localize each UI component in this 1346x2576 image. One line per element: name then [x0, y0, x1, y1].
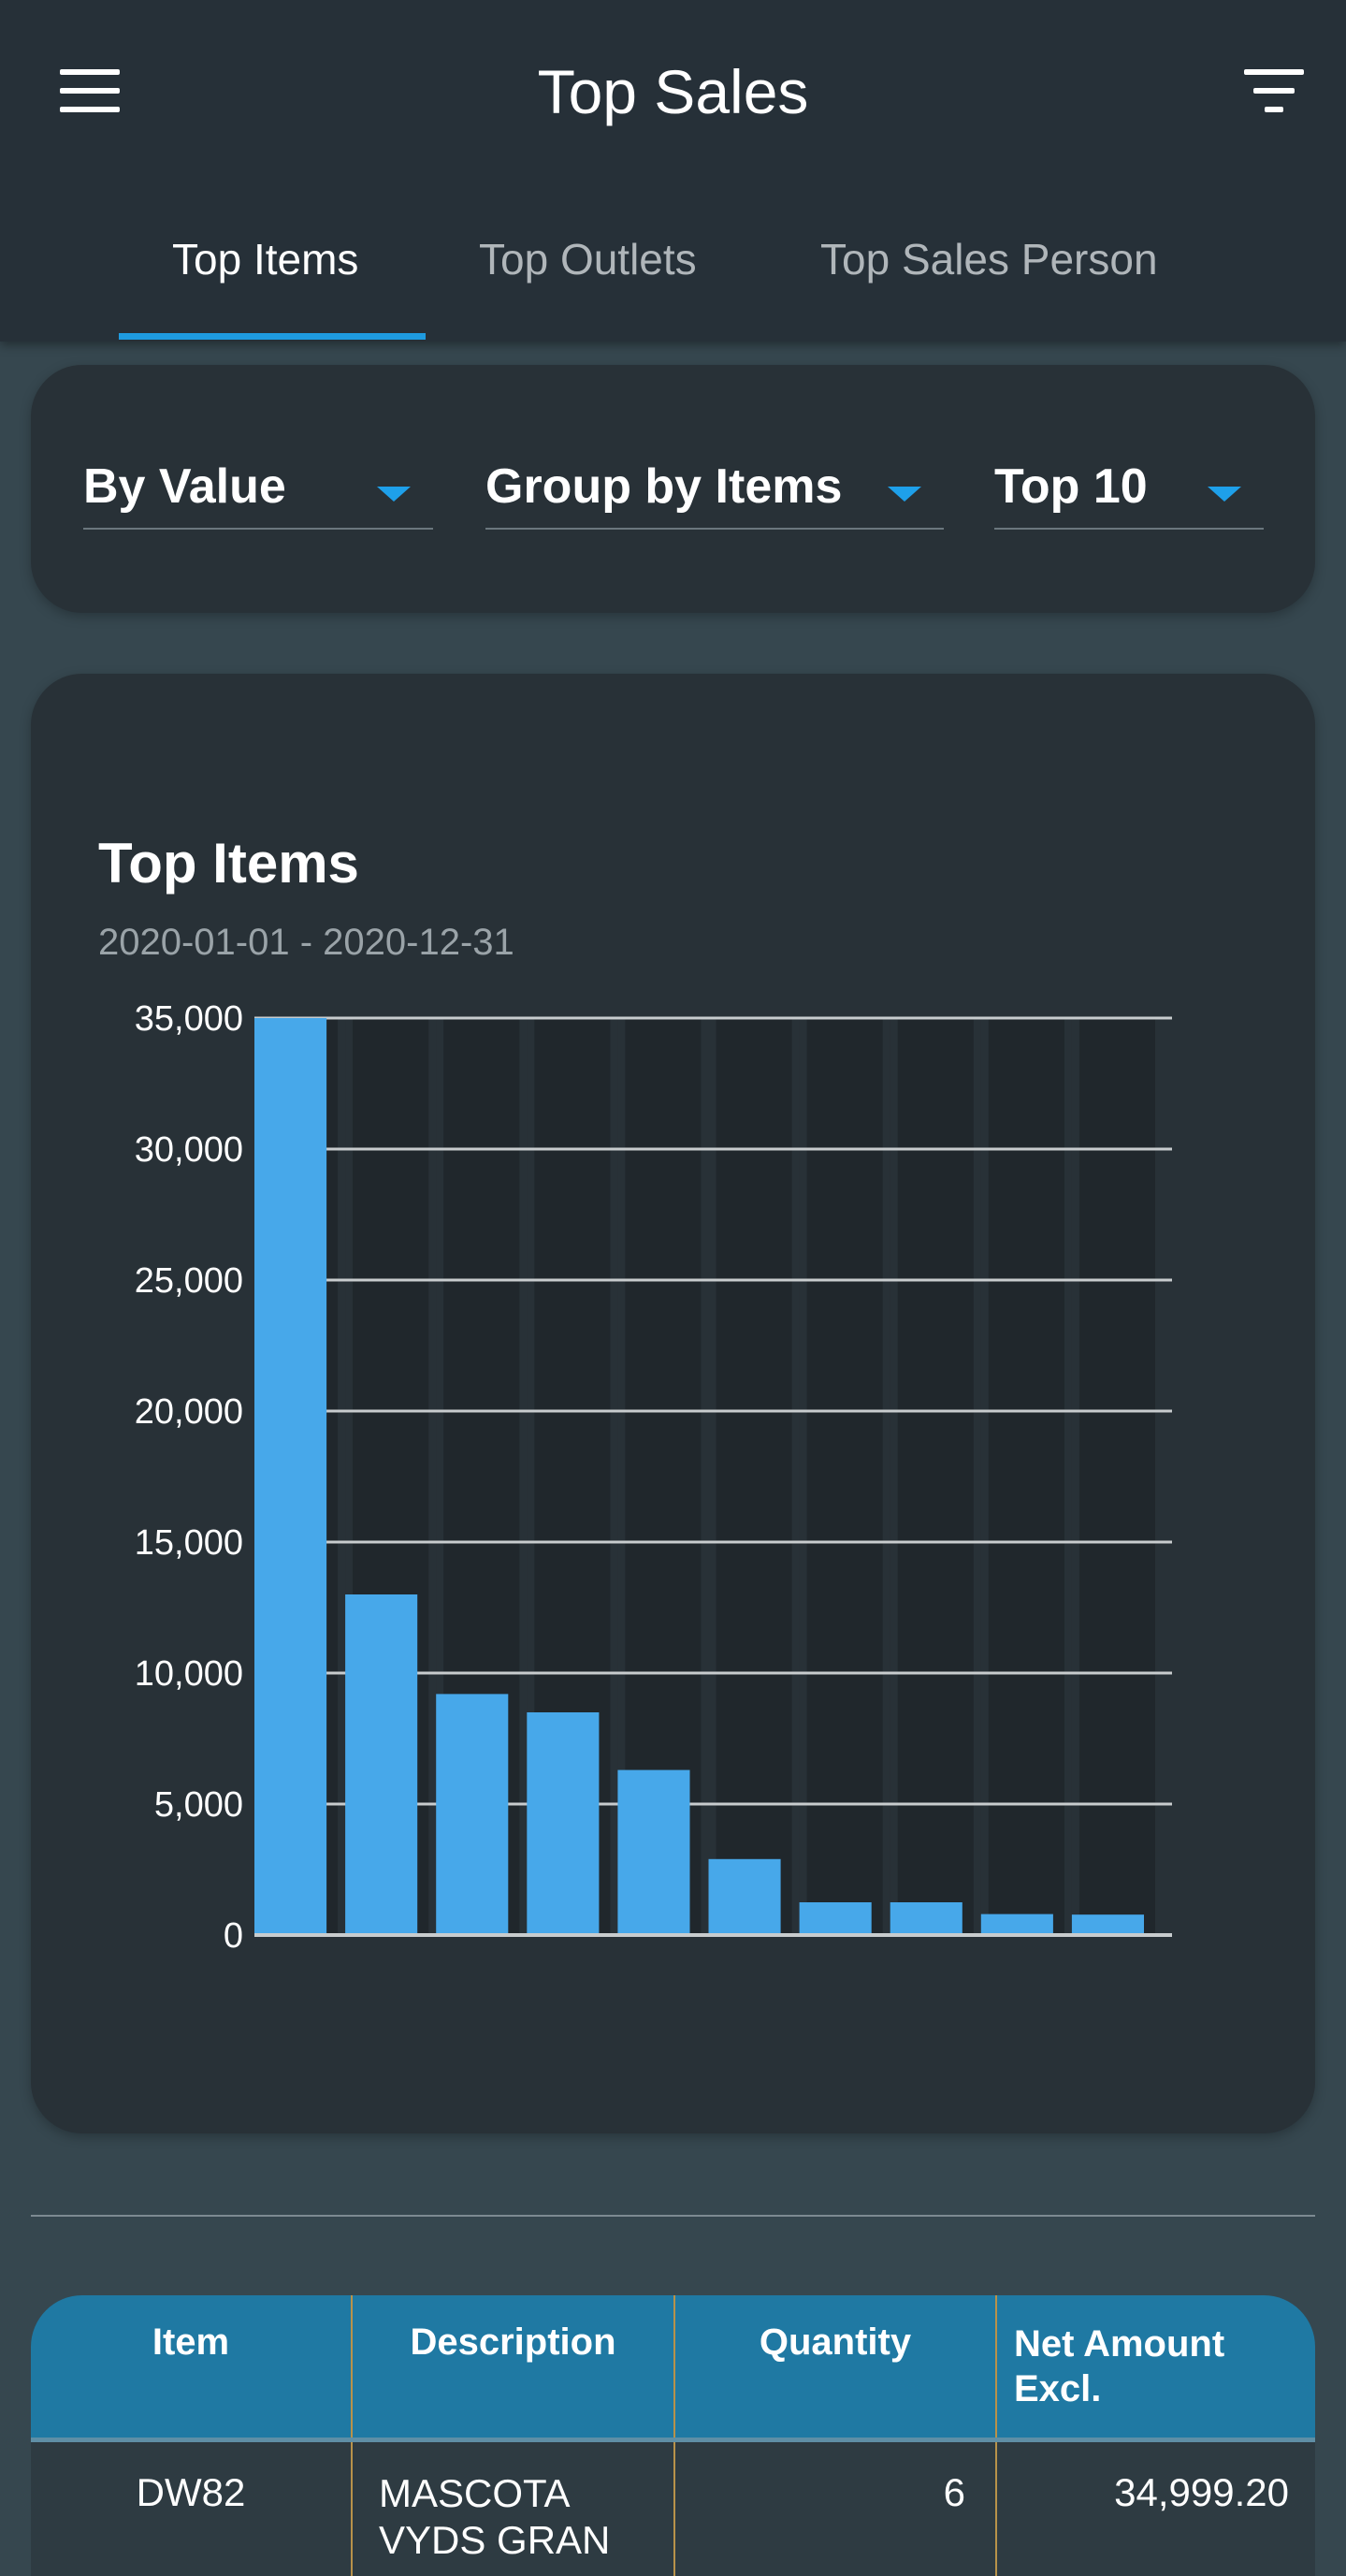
caret-down-icon	[888, 487, 921, 502]
bar	[527, 1712, 600, 1935]
y-tick-label: 35,000	[135, 999, 243, 1039]
y-tick-label: 25,000	[135, 1261, 243, 1301]
header-description[interactable]: Description	[351, 2295, 673, 2440]
bar	[980, 1914, 1053, 1935]
filter-card: By Value Group by Items Top 10	[31, 365, 1315, 613]
bar	[436, 1694, 509, 1935]
measure-value: By Value	[83, 459, 286, 514]
limit-dropdown[interactable]: Top 10	[994, 458, 1264, 530]
caret-down-icon	[1208, 487, 1241, 502]
cell-quantity: 6	[673, 2442, 995, 2576]
bar	[254, 1018, 327, 1935]
bar	[890, 1902, 962, 1935]
tab-top-sales-person[interactable]: Top Sales Person	[820, 234, 1158, 284]
header-net-amount[interactable]: Net Amount Excl.	[995, 2295, 1315, 2440]
group-value: Group by Items	[485, 459, 843, 514]
bar	[345, 1594, 418, 1935]
cell-net-amount: 34,999.20	[995, 2442, 1315, 2576]
header-item[interactable]: Item	[31, 2295, 351, 2440]
header-quantity[interactable]: Quantity	[673, 2295, 995, 2440]
limit-value: Top 10	[994, 459, 1148, 514]
cell-description: MASCOTA VYDS GRAN	[351, 2442, 673, 2576]
plot-column-bg	[1078, 1018, 1155, 1935]
active-tab-indicator	[119, 333, 426, 340]
y-tick-label: 10,000	[135, 1654, 243, 1694]
data-table: Item Description Quantity Net Amount Exc…	[31, 2295, 1315, 2576]
bar	[708, 1858, 781, 1935]
plot-column-bg	[716, 1018, 792, 1935]
divider	[31, 2215, 1315, 2217]
y-tick-label: 30,000	[135, 1130, 243, 1170]
caret-down-icon	[377, 487, 411, 502]
chart-card: Top Items 2020-01-01 - 2020-12-31 0 5,000…	[31, 674, 1315, 2133]
measure-dropdown[interactable]: By Value	[83, 458, 433, 530]
app-bar: Top Sales Top Items Top Outlets Top Sale…	[0, 0, 1346, 342]
bar	[617, 1769, 690, 1935]
filter-icon[interactable]	[1244, 69, 1306, 116]
plot-column-bg	[988, 1018, 1064, 1935]
tab-top-items[interactable]: Top Items	[172, 234, 358, 284]
cell-item: DW82	[31, 2442, 351, 2576]
bar	[1071, 1914, 1144, 1935]
group-dropdown[interactable]: Group by Items	[485, 458, 944, 530]
page-title: Top Sales	[537, 57, 809, 126]
y-tick-label: 15,000	[135, 1523, 243, 1563]
y-tick-label: 5,000	[154, 1785, 243, 1825]
bar-chart: 0 5,000 10,000 15,000 20,000 25,000 30,000 35,0…	[135, 999, 1172, 1956]
y-tick-label: 20,000	[135, 1392, 243, 1432]
y-tick-label: 0	[224, 1916, 243, 1956]
plot-column-bg	[806, 1018, 883, 1935]
tab-top-outlets[interactable]: Top Outlets	[479, 234, 697, 284]
bar	[799, 1902, 872, 1935]
plot-column-bg	[897, 1018, 974, 1935]
